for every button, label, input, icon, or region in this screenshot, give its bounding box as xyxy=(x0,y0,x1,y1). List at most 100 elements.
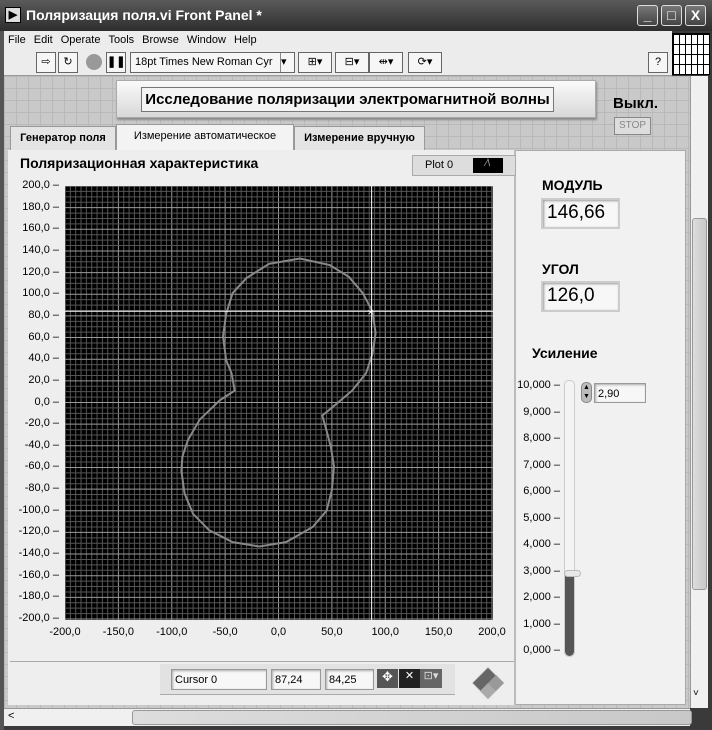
cursor-y-value[interactable]: 84,25 xyxy=(325,669,374,690)
gain-increment-decrement[interactable]: ▲ ▼ xyxy=(581,382,592,403)
stop-button[interactable]: STOP xyxy=(614,117,651,135)
cursor-style-icon[interactable]: ✕ xyxy=(399,669,420,688)
gain-tick-label-text: 8,000 xyxy=(523,432,551,444)
scroll-down-icon[interactable]: ˅ xyxy=(693,688,699,699)
x-tick-label: -50,0 xyxy=(200,626,250,638)
menu-window[interactable]: Window xyxy=(187,31,226,49)
cursor-move-icon[interactable]: ✥ xyxy=(377,669,398,688)
gain-tick-label-text: 0,000 xyxy=(523,644,551,656)
y-tick-label: 20,0 – xyxy=(28,373,59,386)
gain-tick-label-text: 2,000 xyxy=(523,591,551,603)
menu-edit[interactable]: Edit xyxy=(34,31,53,49)
menu-tools[interactable]: Tools xyxy=(108,31,134,49)
y-tick-label: 0,0 – xyxy=(34,395,59,408)
run-continuously-icon[interactable]: ↻ xyxy=(58,52,78,73)
y-tick-label-text: -180,0 xyxy=(18,590,50,603)
x-tick-label: -100,0 xyxy=(147,626,197,638)
cursor-x-value[interactable]: 87,24 xyxy=(271,669,321,690)
plot-area[interactable]: × xyxy=(65,186,493,620)
chevron-down-icon: ▾ xyxy=(280,53,294,72)
x-tick-label: 150,0 xyxy=(414,626,464,638)
gain-tick-label: 1,000 – xyxy=(523,617,560,630)
menu-operate[interactable]: Operate xyxy=(61,31,101,49)
plot-legend-label: Plot 0 xyxy=(425,159,454,171)
y-tick-label: 140,0 – xyxy=(22,243,59,256)
align-icon[interactable]: ⊞▾ xyxy=(298,52,332,73)
y-tick-label-text: 180,0 xyxy=(22,200,50,213)
y-tick-label-text: -80,0 xyxy=(24,482,50,495)
close-button[interactable]: X xyxy=(685,5,706,26)
ugol-label: УГОЛ xyxy=(542,261,579,277)
gain-tick-label: 9,000 – xyxy=(523,405,560,418)
graph-title: Поляризационная характеристика xyxy=(20,155,259,171)
x-tick-label: 100,0 xyxy=(360,626,410,638)
tab-generator[interactable]: Генератор поля xyxy=(10,126,116,150)
run-arrow-icon[interactable]: ⇨ xyxy=(36,52,56,73)
pause-icon[interactable]: ❚❚ xyxy=(106,52,126,73)
y-tick-label-text: 160,0 xyxy=(22,222,50,235)
cursor-lock-icon[interactable]: ⊡▾ xyxy=(420,669,442,688)
gain-slider-fill xyxy=(565,574,574,656)
gain-slider-thumb[interactable] xyxy=(564,570,581,578)
window-title: Поляризация поля.vi Front Panel * xyxy=(26,7,262,23)
y-tick-label: 120,0 – xyxy=(22,265,59,278)
font-select[interactable]: 18pt Times New Roman Cyr ▾ xyxy=(130,52,295,73)
gain-tick-label-text: 6,000 xyxy=(523,485,551,497)
help-button[interactable]: ? xyxy=(648,52,668,73)
banner-text: Исследование поляризации электромагнитно… xyxy=(141,87,554,112)
menu-bar: File Edit Operate Tools Browse Window Help xyxy=(4,31,672,49)
y-tick-label-text: -140,0 xyxy=(18,547,50,560)
gain-tick-label: 7,000 – xyxy=(523,458,560,471)
menu-file[interactable]: File xyxy=(8,31,26,49)
gain-numeric[interactable]: 2,90 xyxy=(594,383,646,403)
minimize-button[interactable]: _ xyxy=(637,5,658,26)
y-tick-label: 100,0 – xyxy=(22,287,59,300)
y-tick-label-text: -40,0 xyxy=(24,438,50,451)
modul-label: МОДУЛЬ xyxy=(542,177,603,193)
y-tick-label: 80,0 – xyxy=(28,308,59,321)
maximize-button[interactable]: □ xyxy=(661,5,682,26)
tab-automatic[interactable]: Измерение автоматическое xyxy=(116,124,294,151)
y-tick-label: -200,0 – xyxy=(18,612,59,624)
labview-icon: ▶ xyxy=(5,7,21,23)
y-tick-label: -40,0 – xyxy=(24,438,59,451)
gain-tick-label: 0,000 – xyxy=(523,644,560,656)
y-tick-label: -140,0 – xyxy=(18,547,59,560)
y-tick-label: -60,0 – xyxy=(24,460,59,473)
cursor-name[interactable]: Cursor 0 xyxy=(171,669,267,690)
x-tick-label: 50,0 xyxy=(307,626,357,638)
horizontal-scrollbar[interactable]: < xyxy=(4,708,692,726)
resize-icon[interactable]: ⇹▾ xyxy=(369,52,403,73)
vertical-scroll-thumb[interactable] xyxy=(692,218,707,590)
scroll-left-icon[interactable]: < xyxy=(8,710,14,722)
gain-tick-label: 10,000 – xyxy=(517,379,560,391)
y-tick-label: 40,0 – xyxy=(28,352,59,365)
y-tick-label: 160,0 – xyxy=(22,222,59,235)
y-tick-label-text: -100,0 xyxy=(18,503,50,516)
menu-browse[interactable]: Browse xyxy=(142,31,179,49)
gain-tick-label: 2,000 – xyxy=(523,591,560,603)
y-tick-label-text: 200,0 xyxy=(22,179,50,191)
vertical-scrollbar[interactable]: ˅ xyxy=(690,76,708,708)
y-tick-label-text: 80,0 xyxy=(28,308,50,321)
y-tick-label: -160,0 – xyxy=(18,568,59,581)
reorder-icon[interactable]: ⟳▾ xyxy=(408,52,442,73)
tab-manual[interactable]: Измерение вручную xyxy=(294,126,425,150)
y-tick-label-text: -60,0 xyxy=(24,460,50,473)
distribute-icon[interactable]: ⊟▾ xyxy=(335,52,369,73)
plot-legend[interactable]: Plot 0 ⁄\ xyxy=(412,155,516,176)
graph-palette-icon[interactable] xyxy=(470,665,506,701)
x-tick-label: -150,0 xyxy=(93,626,143,638)
horizontal-scroll-thumb[interactable] xyxy=(132,710,692,725)
abort-icon[interactable] xyxy=(84,52,104,73)
x-tick-label-text: 150,0 xyxy=(424,626,453,638)
x-tick-label-text: -50,0 xyxy=(212,626,238,638)
gain-tick-label-text: 9,000 xyxy=(523,405,551,418)
menu-help[interactable]: Help xyxy=(234,31,257,49)
gain-tick-label-text: 1,000 xyxy=(523,617,551,630)
x-tick-label-text: -100,0 xyxy=(156,626,188,638)
y-tick-label-text: 20,0 xyxy=(28,373,50,386)
y-tick-label-text: -200,0 xyxy=(18,612,50,624)
y-tick-label-text: 60,0 xyxy=(28,330,50,343)
gain-tick-label-text: 4,000 xyxy=(523,538,551,550)
